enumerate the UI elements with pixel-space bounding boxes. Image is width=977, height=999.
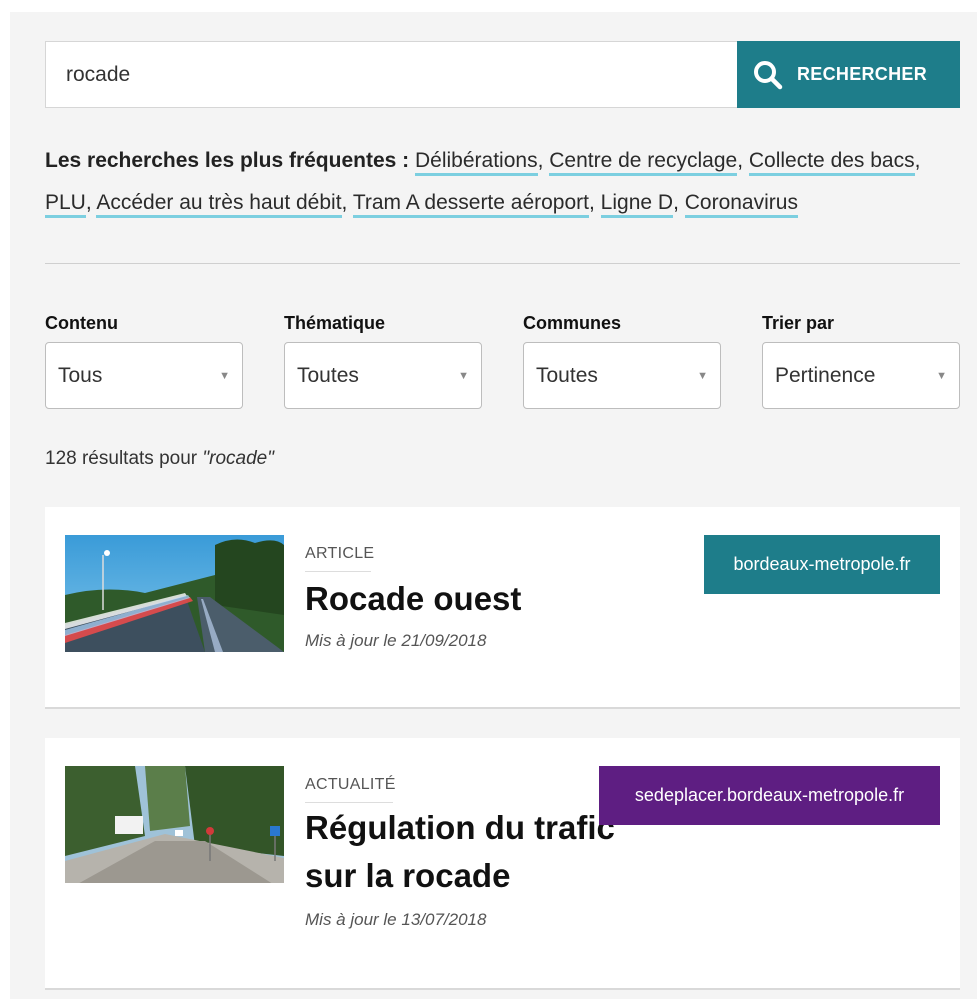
filter-contenu-select[interactable]: Tous ▼ [45, 342, 243, 409]
filter-thematique-select[interactable]: Toutes ▼ [284, 342, 482, 409]
search-bar: RECHERCHER [45, 41, 960, 108]
frequent-searches: Les recherches les plus fréquentes : Dél… [45, 140, 945, 224]
filter-thematique: Thématique Toutes ▼ [284, 312, 482, 409]
filter-communes-select[interactable]: Toutes ▼ [523, 342, 721, 409]
filter-trier-par: Trier par Pertinence ▼ [762, 312, 960, 409]
search-input[interactable] [45, 41, 738, 108]
section-divider [45, 263, 960, 264]
chevron-down-icon: ▼ [458, 369, 469, 382]
search-button-label: RECHERCHER [797, 64, 928, 84]
result-type: ACTUALITÉ [305, 776, 395, 803]
search-icon [754, 60, 783, 89]
chevron-down-icon: ▼ [697, 369, 708, 382]
filter-contenu: Contenu Tous ▼ [45, 312, 243, 409]
result-card[interactable]: ACTUALITÉ Régulation du trafic sur la ro… [45, 738, 960, 990]
chevron-down-icon: ▼ [936, 369, 947, 382]
select-value: Toutes [536, 363, 598, 387]
filter-trier-par-select[interactable]: Pertinence ▼ [762, 342, 960, 409]
chevron-down-icon: ▼ [219, 369, 230, 382]
frequent-link-plu[interactable]: PLU [45, 191, 86, 218]
frequent-searches-label: Les recherches les plus fréquentes : [45, 149, 410, 172]
select-value: Toutes [297, 363, 359, 387]
result-date: Mis à jour le 21/09/2018 [305, 631, 487, 650]
result-title[interactable]: Rocade ouest [305, 575, 635, 623]
frequent-link-centre-recyclage[interactable]: Centre de recyclage [549, 149, 738, 176]
result-thumbnail-highway[interactable] [65, 535, 284, 652]
filter-label: Contenu [45, 313, 118, 333]
frequent-link-coronavirus[interactable]: Coronavirus [684, 191, 798, 218]
frequent-link-deliberations[interactable]: Délibérations [415, 149, 538, 176]
frequent-link-ligne-d[interactable]: Ligne D [600, 191, 674, 218]
source-badge[interactable]: sedeplacer.bordeaux-metropole.fr [599, 766, 940, 825]
filter-communes: Communes Toutes ▼ [523, 312, 721, 409]
frequent-link-tres-haut-debit[interactable]: Accéder au très haut débit [96, 191, 342, 218]
frequent-link-tram-a[interactable]: Tram A desserte aéroport [352, 191, 589, 218]
select-value: Tous [58, 363, 103, 387]
search-button[interactable]: RECHERCHER [737, 41, 960, 108]
select-value: Pertinence [775, 363, 876, 387]
results-query: "rocade" [202, 448, 274, 469]
filter-label: Communes [523, 313, 622, 333]
highway-night-image [65, 535, 284, 652]
result-card[interactable]: ARTICLE Rocade ouest Mis à jour le 21/09… [45, 507, 960, 709]
result-type: ARTICLE [305, 545, 374, 572]
results-count: 128 résultats pour "rocade" [45, 448, 274, 470]
frequent-link-collecte-bacs[interactable]: Collecte des bacs [748, 149, 915, 176]
result-title[interactable]: Régulation du trafic sur la rocade [305, 804, 635, 900]
filter-label: Thématique [284, 313, 386, 333]
source-badge[interactable]: bordeaux-metropole.fr [704, 535, 940, 594]
result-thumbnail-road[interactable] [65, 766, 284, 883]
result-date: Mis à jour le 13/07/2018 [305, 910, 487, 929]
results-count-text: 128 résultats pour [45, 448, 198, 469]
filter-label: Trier par [762, 313, 835, 333]
road-traffic-image [65, 766, 284, 883]
